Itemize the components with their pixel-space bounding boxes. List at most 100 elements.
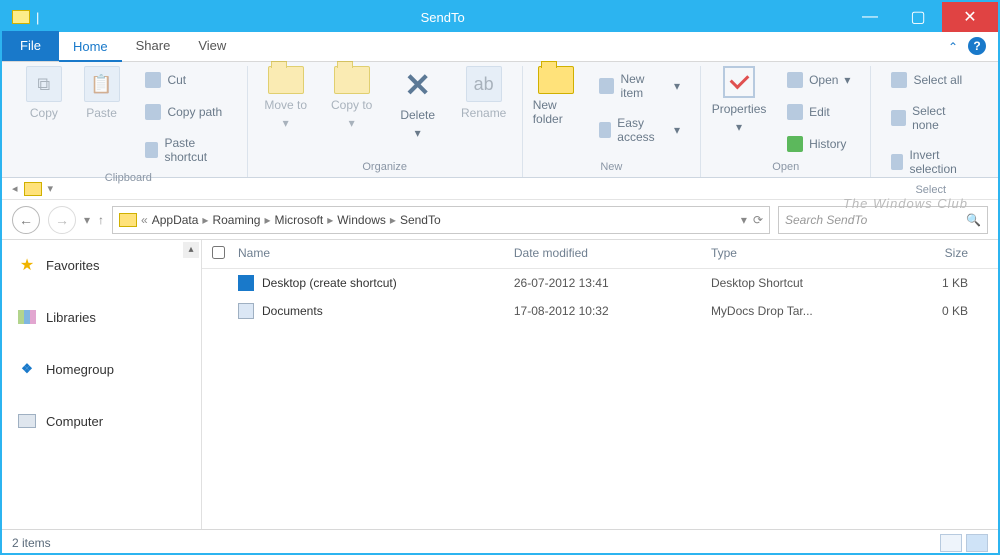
new-item-icon [599, 78, 614, 94]
col-size[interactable]: Size [908, 246, 988, 262]
crumb[interactable]: Roaming [212, 213, 260, 227]
paste-icon: 📋 [84, 66, 120, 102]
col-date[interactable]: Date modified [514, 246, 711, 262]
edit-button[interactable]: Edit [777, 98, 860, 126]
col-name[interactable]: Name [238, 246, 514, 262]
easy-access-button[interactable]: Easy access ▾ [589, 110, 690, 150]
move-to-icon [268, 66, 304, 94]
back-button[interactable]: ← [12, 206, 40, 234]
view-large-icons-button[interactable] [966, 534, 988, 552]
tab-file[interactable]: File [2, 31, 59, 61]
chevron-down-icon: ▾ [674, 123, 680, 137]
sidebar-homegroup[interactable]: ❖ Homegroup [2, 352, 201, 386]
copy-button[interactable]: ⧉ Copy [20, 66, 68, 120]
address-bar[interactable]: « AppData▸ Roaming▸ Microsoft▸ Windows▸ … [112, 206, 770, 234]
desktop-shortcut-icon [238, 275, 254, 291]
forward-button[interactable]: → [48, 206, 76, 234]
refresh-icon[interactable]: ⟳ [753, 213, 763, 227]
nav-pane: ▴ ★ Favorites Libraries ❖ Homegroup Comp… [2, 240, 202, 529]
copy-to-icon [334, 66, 370, 94]
new-folder-button[interactable]: New folder [533, 66, 580, 126]
up-button[interactable]: ↑ [98, 213, 104, 227]
view-details-button[interactable] [940, 534, 962, 552]
search-placeholder: Search SendTo [785, 213, 867, 227]
invert-selection-icon [891, 154, 903, 170]
select-none-button[interactable]: Select none [881, 98, 980, 138]
select-all-checkbox[interactable] [212, 246, 225, 259]
select-none-icon [891, 110, 906, 126]
address-dropdown-icon[interactable]: ▾ [741, 213, 747, 227]
paste-button[interactable]: 📋 Paste [78, 66, 126, 120]
sidebar-computer[interactable]: Computer [2, 404, 201, 438]
close-button[interactable]: ✕ [942, 2, 998, 32]
tab-view[interactable]: View [184, 31, 240, 61]
ribbon-tabs: File Home Share View ⌃ ? [2, 32, 998, 62]
help-button[interactable]: ? [968, 37, 986, 55]
sidebar-libraries[interactable]: Libraries [2, 300, 201, 334]
maximize-button[interactable]: ▢ [894, 2, 942, 32]
group-new-label: New [600, 159, 622, 177]
open-button[interactable]: Open ▾ [777, 66, 860, 94]
history-icon [787, 136, 803, 152]
qat-folder-icon[interactable] [24, 182, 42, 196]
crumb[interactable]: Windows [337, 213, 386, 227]
ribbon-collapse-icon[interactable]: ⌃ [948, 40, 958, 54]
properties-icon [723, 66, 755, 98]
copy-icon: ⧉ [26, 66, 62, 102]
group-open-label: Open [772, 159, 799, 177]
history-button[interactable]: History [777, 130, 860, 158]
group-open: Properties▾ Open ▾ Edit History Open [701, 66, 871, 177]
tab-share[interactable]: Share [122, 31, 185, 61]
paste-shortcut-button[interactable]: Paste shortcut [135, 130, 236, 170]
crumb[interactable]: AppData [152, 213, 199, 227]
group-organize: Move to▾ Copy to▾ ✕ Delete▾ ab Rename Or… [248, 66, 523, 177]
group-new: New folder New item ▾ Easy access ▾ New [523, 66, 701, 177]
list-item[interactable]: Desktop (create shortcut) 26-07-2012 13:… [202, 269, 998, 297]
rename-button[interactable]: ab Rename [456, 66, 512, 120]
sidebar-favorites[interactable]: ★ Favorites [2, 248, 201, 282]
edit-icon [787, 104, 803, 120]
content-area: ▴ ★ Favorites Libraries ❖ Homegroup Comp… [2, 240, 998, 529]
minimize-button[interactable]: — [846, 2, 894, 32]
chevron-down-icon: ▾ [349, 116, 355, 130]
cut-button[interactable]: Cut [135, 66, 236, 94]
invert-selection-button[interactable]: Invert selection [881, 142, 980, 182]
copy-path-button[interactable]: Copy path [135, 98, 236, 126]
nav-row: ← → ▾ ↑ « AppData▸ Roaming▸ Microsoft▸ W… [2, 200, 998, 240]
qat-chevron-icon[interactable]: ◂ [12, 182, 18, 195]
group-clipboard: ⧉ Copy 📋 Paste Cut Copy path Paste short… [10, 66, 248, 177]
crumb[interactable]: Microsoft [275, 213, 324, 227]
sidebar-scroll-up-icon[interactable]: ▴ [183, 242, 199, 258]
chevron-down-icon: ▾ [674, 79, 680, 93]
copy-label: Copy [30, 106, 58, 120]
qat-overflow-icon[interactable]: ▾ [48, 182, 54, 195]
new-item-button[interactable]: New item ▾ [589, 66, 690, 106]
new-folder-icon [538, 66, 574, 94]
list-item[interactable]: Documents 17-08-2012 10:32 MyDocs Drop T… [202, 297, 998, 325]
chevron-down-icon: ▾ [736, 120, 742, 134]
crumb[interactable]: SendTo [400, 213, 441, 227]
move-to-button[interactable]: Move to▾ [258, 66, 314, 130]
star-icon: ★ [18, 256, 36, 274]
rename-icon: ab [466, 66, 502, 102]
open-icon [787, 72, 803, 88]
col-type[interactable]: Type [711, 246, 908, 262]
homegroup-icon: ❖ [18, 360, 36, 378]
titlebar-folder-icon [12, 10, 30, 24]
group-select: Select all Select none Invert selection … [871, 66, 990, 177]
libraries-icon [18, 310, 36, 324]
delete-button[interactable]: ✕ Delete▾ [390, 66, 446, 140]
properties-button[interactable]: Properties▾ [711, 66, 767, 134]
search-icon: 🔍 [966, 213, 981, 227]
ribbon: ⧉ Copy 📋 Paste Cut Copy path Paste short… [2, 62, 998, 178]
recent-locations-icon[interactable]: ▾ [84, 213, 90, 227]
file-list: Name Date modified Type Size Desktop (cr… [202, 240, 998, 529]
search-box[interactable]: Search SendTo 🔍 [778, 206, 988, 234]
group-organize-label: Organize [362, 159, 407, 177]
copy-to-button[interactable]: Copy to▾ [324, 66, 380, 130]
tab-home[interactable]: Home [59, 32, 122, 62]
easy-access-icon [599, 122, 611, 138]
select-all-button[interactable]: Select all [881, 66, 980, 94]
status-text: 2 items [12, 536, 51, 550]
paste-label: Paste [86, 106, 117, 120]
